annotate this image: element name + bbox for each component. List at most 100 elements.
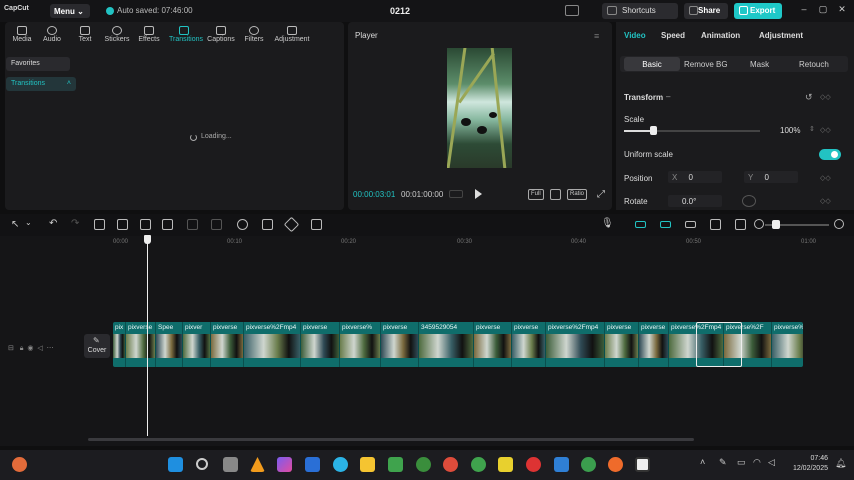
toolbar-effects[interactable]: Effects (134, 26, 164, 43)
pen-icon[interactable]: ✎ (719, 457, 727, 468)
more-icon[interactable]: ⋯ (47, 345, 54, 352)
chrome-icon[interactable] (416, 457, 431, 472)
timeline-clip[interactable]: 3459529054 (419, 322, 474, 367)
timeline-clip[interactable]: pixverse% (340, 322, 381, 367)
timeline-clip[interactable]: pixver (183, 322, 211, 367)
speed-icon[interactable] (237, 219, 248, 230)
reset-icon[interactable]: ↺ (805, 92, 813, 103)
toolbar-captions[interactable]: Captions (206, 26, 236, 43)
split-right-icon[interactable] (140, 219, 151, 230)
play-icon[interactable] (475, 189, 482, 199)
timeline-scrollbar[interactable] (88, 438, 694, 441)
subtab-basic[interactable]: Basic (624, 57, 680, 71)
app-icon[interactable] (388, 457, 403, 472)
timeline-clip[interactable]: pixverse (126, 322, 156, 367)
weather-widget-icon[interactable] (12, 457, 27, 472)
auto-snap-icon[interactable] (660, 221, 671, 228)
player-menu-icon[interactable]: ≡ (594, 31, 599, 41)
position-y-field[interactable]: Y 0 (744, 171, 798, 183)
toolbar-audio[interactable]: Audio (37, 26, 67, 43)
maximize-icon[interactable]: ▢ (817, 4, 829, 16)
tray-chevron-up-icon[interactable]: ˄ (700, 457, 705, 467)
keyframe-icon[interactable]: ◇◇ (820, 126, 831, 134)
edge-icon[interactable] (333, 457, 348, 472)
toolbar-adjustment[interactable]: Adjustment (272, 26, 312, 43)
full-button[interactable]: Full (528, 189, 544, 200)
toolbar-transitions[interactable]: Transitions (169, 26, 203, 43)
zoom-out-icon[interactable] (754, 219, 764, 229)
keyframe-icon[interactable]: ◇◇ (820, 93, 831, 101)
file-explorer-icon[interactable] (360, 457, 375, 472)
mirror-icon[interactable] (262, 219, 273, 230)
ratio-button[interactable]: Ratio (567, 189, 588, 200)
tab-video[interactable]: Video (624, 31, 646, 40)
toolbar-text[interactable]: Text (70, 26, 100, 43)
zoom-in-icon[interactable] (834, 219, 844, 229)
store-icon[interactable] (305, 457, 320, 472)
chrome-icon[interactable] (443, 457, 458, 472)
app-icon[interactable] (608, 457, 623, 472)
minimize-icon[interactable]: – (798, 4, 810, 16)
toolbar-media[interactable]: Media (7, 26, 37, 43)
subtab-retouch[interactable]: Retouch (799, 60, 829, 69)
layout-icon[interactable] (565, 5, 579, 16)
timeline-clip[interactable]: pixverse (381, 322, 419, 367)
clock-date[interactable]: 12/02/2025 (788, 465, 828, 472)
timeline-clip[interactable]: pixverse%2Fmp4 (772, 322, 803, 367)
delete-icon[interactable] (162, 219, 173, 230)
scale-slider-handle[interactable] (650, 126, 657, 135)
playhead[interactable] (147, 236, 148, 436)
subtab-remove-bg[interactable]: Remove BG (684, 60, 728, 69)
split-left-icon[interactable] (117, 219, 128, 230)
app-icon[interactable] (526, 457, 541, 472)
timeline-clip[interactable]: pix (113, 322, 126, 367)
zoom-slider-handle[interactable] (772, 220, 780, 229)
lock-icon[interactable]: 🔒︎ (20, 345, 24, 352)
copilot-icon[interactable] (277, 457, 292, 472)
sidebar-item-transitions[interactable]: Transitions ˄ (6, 77, 76, 91)
preview-axis-icon[interactable] (710, 219, 721, 230)
collapse-icon[interactable]: – (666, 92, 670, 101)
caption-icon[interactable] (735, 219, 746, 230)
split-icon[interactable] (94, 219, 105, 230)
fullscreen-icon[interactable]: ⤢ (597, 189, 605, 200)
chrome-icon[interactable] (581, 457, 596, 472)
close-icon[interactable]: ✕ (836, 4, 848, 16)
tab-adjustment[interactable]: Adjustment (759, 31, 803, 40)
timeline-clip[interactable]: pixverse (474, 322, 512, 367)
fit-icon[interactable] (550, 189, 561, 200)
timecode-format-icon[interactable] (449, 190, 463, 198)
wifi-icon[interactable]: ◠ (753, 457, 761, 468)
timeline-clip[interactable]: pixverse%2Fmp4 (546, 322, 605, 367)
timeline-clip[interactable]: Spee (156, 322, 183, 367)
audio-mute-icon[interactable]: ◁ (37, 345, 42, 352)
subtab-mask[interactable]: Mask (750, 60, 769, 69)
stepper-icon[interactable]: ⇕ (809, 125, 815, 133)
toolbar-stickers[interactable]: Stickers (102, 26, 132, 43)
rotate-field[interactable]: 0.0° (668, 195, 722, 207)
crop-icon[interactable] (311, 219, 322, 230)
select-cursor-icon[interactable]: ↖ (11, 219, 19, 230)
notification-icon[interactable]: 🔔︎ (835, 458, 846, 469)
timeline-clip[interactable]: pixverse (605, 322, 639, 367)
position-x-field[interactable]: X 0 (668, 171, 722, 183)
toolbar-filters[interactable]: Filters (239, 26, 269, 43)
clock-time[interactable]: 07:46 (792, 455, 828, 462)
volume-icon[interactable]: ◁ (768, 457, 775, 468)
track-toggle-icon[interactable]: ⊟ (8, 345, 14, 352)
microphone-icon[interactable]: 🎙 (601, 218, 614, 229)
selected-clip-outline[interactable] (696, 322, 742, 367)
playhead-handle[interactable] (144, 235, 151, 244)
timeline-clip[interactable]: pixverse (211, 322, 244, 367)
undo-icon[interactable]: ↶ (49, 218, 57, 229)
task-view-icon[interactable] (223, 457, 238, 472)
chrome-icon[interactable] (471, 457, 486, 472)
menu-button[interactable]: Menu ⌄ (50, 4, 90, 18)
sticky-notes-icon[interactable] (498, 457, 513, 472)
timeline-clip[interactable]: pixverse (512, 322, 546, 367)
timeline-clip[interactable]: pixverse%2Fmp4 (244, 322, 301, 367)
keyframe-icon[interactable]: ◇◇ (820, 197, 831, 205)
video-preview[interactable] (447, 48, 512, 168)
linkage-icon[interactable] (685, 221, 696, 228)
timeline-clip[interactable]: pixverse (639, 322, 669, 367)
